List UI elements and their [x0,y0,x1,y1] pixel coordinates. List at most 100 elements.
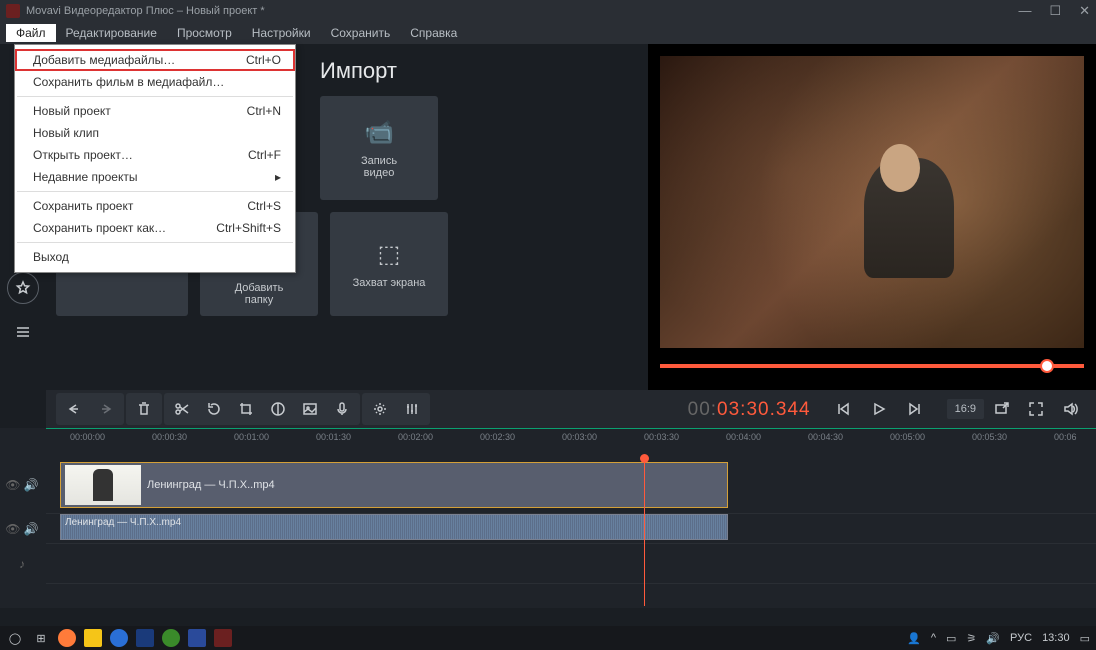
list-icon [15,324,31,340]
sliders-icon [404,401,420,417]
audio-track-head[interactable]: 👁 🔊 [0,514,44,543]
menu-recent-projects[interactable]: Недавние проекты▸ [15,166,295,188]
tray-notifications-icon[interactable]: ▭ [1080,632,1090,645]
close-button[interactable]: ✕ [1079,3,1090,19]
menu-save-movie[interactable]: Сохранить фильм в медиафайл… [15,71,295,93]
color-button[interactable] [262,395,294,423]
menubar: Файл Редактирование Просмотр Настройки С… [0,22,1096,44]
scrub-knob[interactable] [1040,359,1054,373]
tracks: 👁 🔊 Ленинград — Ч.П.Х..mp4 👁 🔊 Ленинград… [46,456,1096,606]
maximize-button[interactable]: ☐ [1049,3,1061,19]
audio-track[interactable]: 👁 🔊 Ленинград — Ч.П.Х..mp4 [46,514,1096,544]
next-button[interactable] [899,395,931,423]
next-icon [907,401,923,417]
menu-exit[interactable]: Выход [15,246,295,268]
trash-icon [136,401,152,417]
undo-icon [66,401,82,417]
undo-button[interactable] [58,395,90,423]
menu-edit[interactable]: Редактирование [56,24,167,42]
menu-open-project[interactable]: Открыть проект…Ctrl+F [15,144,295,166]
settings-button[interactable] [364,395,396,423]
stickers-tab[interactable] [7,272,39,304]
start-button[interactable]: ◯ [6,629,24,647]
fullscreen-button[interactable] [1020,395,1052,423]
menu-new-clip[interactable]: Новый клип [15,122,295,144]
gear-icon [372,401,388,417]
app-logo-icon [6,4,20,18]
app-icon-1[interactable] [84,629,102,647]
video-track[interactable]: 👁 🔊 Ленинград — Ч.П.Х..mp4 [46,456,1096,514]
menu-add-media[interactable]: Добавить медиафайлы…Ctrl+O [15,49,295,71]
rotate-button[interactable] [198,395,230,423]
clip-label: Ленинград — Ч.П.Х..mp4 [147,479,275,491]
delete-button[interactable] [128,395,160,423]
app-icon-3[interactable] [136,629,154,647]
image-button[interactable] [294,395,326,423]
task-view-button[interactable]: ⊞ [32,629,50,647]
cut-button[interactable] [166,395,198,423]
tray-sound-icon[interactable]: 🔊 [986,632,1000,645]
menu-save-project-as[interactable]: Сохранить проект как…Ctrl+Shift+S [15,217,295,239]
menu-settings[interactable]: Настройки [242,24,321,42]
tray-wifi-icon[interactable]: ⚞ [966,632,976,645]
toolbar: 00:03:30.344 16:9 [46,390,1096,428]
tray-lang[interactable]: РУС [1010,632,1032,644]
video-clip[interactable]: Ленинград — Ч.П.Х..mp4 [60,462,728,508]
play-button[interactable] [863,395,895,423]
preview-scrubber[interactable] [660,364,1084,368]
timeline-ruler[interactable]: 00:00:00 00:00:30 00:01:00 00:01:30 00:0… [46,428,1096,456]
movavi-taskbar-icon[interactable] [214,629,232,647]
more-tab[interactable] [7,316,39,348]
video-track-head[interactable]: 👁 🔊 [0,456,44,513]
redo-button[interactable] [90,395,122,423]
preview-video[interactable] [660,56,1084,348]
menu-new-project[interactable]: Новый проектCtrl+N [15,100,295,122]
app-icon-4[interactable] [162,629,180,647]
image-icon [302,401,318,417]
tray-people-icon[interactable]: 👤 [907,632,921,645]
crop-icon [238,401,254,417]
screen-capture-card[interactable]: ⬚ Захват экрана [330,212,448,316]
timeline: 00:00:00 00:00:30 00:01:00 00:01:30 00:0… [0,428,1096,608]
tray-up-icon[interactable]: ^ [931,632,936,644]
screen-icon: ⬚ [378,240,401,269]
word-icon[interactable] [188,629,206,647]
windows-taskbar: ◯ ⊞ 👤 ^ ▭ ⚞ 🔊 РУС 13:30 ▭ [0,626,1096,650]
redo-icon [98,401,114,417]
menu-save[interactable]: Сохранить [321,24,401,42]
play-icon [871,401,887,417]
music-track-head[interactable]: ♪ [0,544,44,583]
popout-icon [994,401,1010,417]
mic-icon [334,401,350,417]
aspect-ratio[interactable]: 16:9 [947,399,984,419]
equalizer-button[interactable] [396,395,428,423]
clip-thumbnail [65,465,141,505]
timecode: 00:03:30.344 [688,398,811,421]
fullscreen-icon [1028,401,1044,417]
menu-view[interactable]: Просмотр [167,24,242,42]
crop-button[interactable] [230,395,262,423]
menu-file[interactable]: Файл [6,24,56,42]
playhead[interactable] [644,456,645,606]
menu-save-project[interactable]: Сохранить проектCtrl+S [15,195,295,217]
prev-button[interactable] [827,395,859,423]
import-heading: Импорт [320,58,638,84]
audio-clip[interactable]: Ленинград — Ч.П.Х..mp4 [60,514,728,540]
popout-button[interactable] [986,395,1018,423]
music-track[interactable]: ♪ [46,544,1096,584]
prev-icon [835,401,851,417]
app-icon-2[interactable] [110,629,128,647]
menu-help[interactable]: Справка [400,24,467,42]
record-video-card[interactable]: 📹 Запись видео [320,96,438,200]
rotate-icon [206,401,222,417]
volume-button[interactable] [1054,395,1086,423]
volume-icon [1062,401,1078,417]
mic-button[interactable] [326,395,358,423]
preview-panel [648,44,1096,390]
scissors-icon [174,401,190,417]
tray-time[interactable]: 13:30 [1042,632,1070,644]
firefox-icon[interactable] [58,629,76,647]
minimize-button[interactable]: — [1018,3,1031,19]
tray-battery-icon[interactable]: ▭ [946,632,956,645]
star-icon [15,280,31,296]
